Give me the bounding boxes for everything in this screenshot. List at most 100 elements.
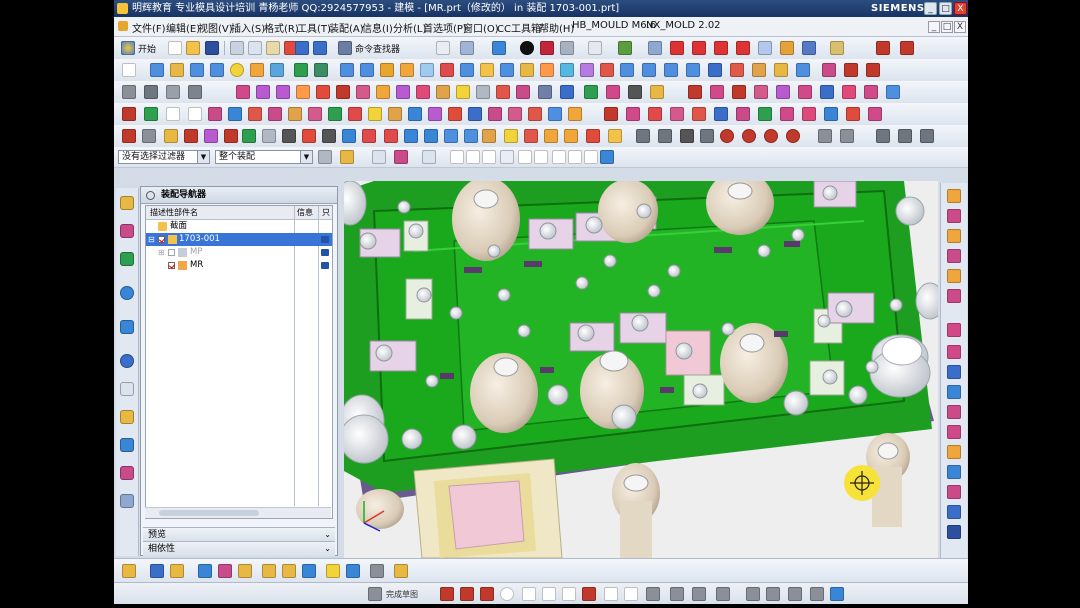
tree-row-mp[interactable]: ⊞ MP bbox=[146, 246, 332, 259]
mold-icon-14[interactable] bbox=[416, 85, 430, 99]
profile-icon[interactable] bbox=[440, 587, 454, 601]
mold-icon-7[interactable] bbox=[276, 85, 290, 99]
tree-horizontal-scrollbar[interactable] bbox=[145, 507, 331, 518]
assembly-tool-icon-4[interactable] bbox=[198, 564, 212, 578]
constraint-icon[interactable] bbox=[766, 587, 780, 601]
chevron-down-icon[interactable]: ▼ bbox=[197, 151, 209, 163]
mold-wizard-icon[interactable] bbox=[947, 189, 961, 203]
sketch-circle-icon[interactable] bbox=[500, 587, 514, 601]
arc-icon[interactable] bbox=[900, 41, 914, 55]
assembly-tool-icon-2[interactable] bbox=[150, 564, 164, 578]
maximize-button[interactable]: □ bbox=[939, 2, 952, 15]
snap-end-icon[interactable] bbox=[466, 150, 480, 164]
mold-icon-13[interactable] bbox=[396, 85, 410, 99]
sketch-line-icon[interactable] bbox=[460, 587, 474, 601]
expand-plus-icon[interactable]: ⊞ bbox=[158, 246, 165, 259]
mold-icon-19[interactable] bbox=[516, 85, 530, 99]
menu-information[interactable]: 信息(I) bbox=[362, 20, 393, 35]
snap-control-point-icon[interactable] bbox=[500, 150, 514, 164]
part-icon-16[interactable] bbox=[428, 107, 442, 121]
convert-reference-icon[interactable] bbox=[830, 587, 844, 601]
snap-existing-icon[interactable] bbox=[552, 150, 566, 164]
part-icon-21[interactable] bbox=[528, 107, 542, 121]
part-icon-10[interactable] bbox=[308, 107, 322, 121]
assembly-tool-icon-11[interactable] bbox=[346, 564, 360, 578]
chevron-down-icon[interactable]: ▼ bbox=[300, 151, 312, 163]
part-icon-26[interactable] bbox=[648, 107, 662, 121]
project-curve-icon[interactable] bbox=[844, 63, 858, 77]
column-part-name[interactable]: 描述性部件名 bbox=[150, 206, 198, 219]
part-icon-15[interactable] bbox=[408, 107, 422, 121]
ejector-pin-icon[interactable] bbox=[947, 385, 961, 399]
menu-format[interactable]: 格式(R) bbox=[264, 20, 299, 35]
transform-icon[interactable] bbox=[802, 41, 816, 55]
tool-icon-38[interactable] bbox=[920, 129, 934, 143]
start-icon[interactable] bbox=[121, 41, 135, 55]
tree-row-section[interactable]: 截面 bbox=[146, 220, 332, 233]
snap-endpoint-icon[interactable] bbox=[692, 41, 706, 55]
snap-quadrant-icon[interactable] bbox=[534, 150, 548, 164]
tool-icon-35[interactable] bbox=[840, 129, 854, 143]
mold-icon-6[interactable] bbox=[256, 85, 270, 99]
general-filter-icon[interactable] bbox=[318, 150, 332, 164]
edge-blend-icon[interactable] bbox=[440, 63, 454, 77]
start-button[interactable]: 开始 bbox=[138, 42, 156, 55]
extrude-icon[interactable] bbox=[150, 63, 164, 77]
save-icon[interactable] bbox=[205, 41, 219, 55]
menu-nx-mold[interactable]: NX_MOLD 2.02 bbox=[646, 20, 721, 31]
tool-icon-28[interactable] bbox=[680, 129, 694, 143]
cooling-icon[interactable] bbox=[947, 485, 961, 499]
quick-trim-icon[interactable] bbox=[670, 587, 684, 601]
mold-icon-32[interactable] bbox=[820, 85, 834, 99]
mold-icon-21[interactable] bbox=[560, 85, 574, 99]
fillet-icon[interactable] bbox=[522, 587, 536, 601]
rotate-view-icon[interactable] bbox=[460, 41, 474, 55]
mold-icon-30[interactable] bbox=[776, 85, 790, 99]
parting-icon[interactable] bbox=[947, 323, 961, 337]
assembly-tool-icon-1[interactable] bbox=[122, 564, 136, 578]
mold-icon-31[interactable] bbox=[798, 85, 812, 99]
mirror-icon[interactable] bbox=[560, 63, 574, 77]
scrollbar-thumb[interactable] bbox=[159, 510, 259, 516]
mold-icon-8[interactable] bbox=[296, 85, 310, 99]
draft-icon[interactable] bbox=[500, 63, 514, 77]
assembly-navigator-tab-icon[interactable] bbox=[120, 196, 134, 210]
layer-icon[interactable] bbox=[648, 41, 662, 55]
process-studio-tab-icon[interactable] bbox=[120, 410, 134, 424]
tool-icon-16[interactable] bbox=[424, 129, 438, 143]
tool-icon-9[interactable] bbox=[282, 129, 296, 143]
part-icon-1[interactable] bbox=[122, 107, 136, 121]
mold-icon-9[interactable] bbox=[316, 85, 330, 99]
part-icon-13[interactable] bbox=[368, 107, 382, 121]
cylinder-icon[interactable] bbox=[190, 63, 204, 77]
chamfer-icon[interactable] bbox=[460, 63, 474, 77]
part-icon-30[interactable] bbox=[736, 107, 750, 121]
snap-midpoint-icon[interactable] bbox=[714, 41, 728, 55]
menu-edit[interactable]: 编辑(E) bbox=[166, 20, 200, 35]
part-icon-4[interactable] bbox=[188, 107, 202, 121]
sketch-arc-icon[interactable] bbox=[480, 587, 494, 601]
slider-lifter-icon[interactable] bbox=[947, 405, 961, 419]
finish-sketch-label[interactable]: 完成草图 bbox=[386, 589, 418, 600]
chevron-down-icon[interactable]: ⌄ bbox=[324, 528, 331, 542]
doc-minimize-button[interactable]: _ bbox=[928, 21, 940, 33]
snap-surface-icon[interactable] bbox=[600, 150, 614, 164]
delete-face-icon[interactable] bbox=[642, 63, 656, 77]
tool-icon-29[interactable] bbox=[700, 129, 714, 143]
mold-csys-icon[interactable] bbox=[947, 209, 961, 223]
background-icon[interactable] bbox=[588, 41, 602, 55]
point-icon[interactable] bbox=[604, 587, 618, 601]
auto-constrain-icon[interactable] bbox=[788, 587, 802, 601]
mold-icon-1[interactable] bbox=[122, 85, 136, 99]
tree-row-1703-001[interactable]: ⊟ 1703-001 bbox=[146, 233, 332, 246]
tool-icon-22[interactable] bbox=[544, 129, 558, 143]
part-icon-5[interactable] bbox=[208, 107, 222, 121]
assembly-tool-icon-12[interactable] bbox=[370, 564, 384, 578]
tool-icon-7[interactable] bbox=[242, 129, 256, 143]
preview-section[interactable]: 预览 ⌄ bbox=[143, 527, 335, 542]
studio-icon[interactable] bbox=[618, 41, 632, 55]
manufacturing-wizard-tab-icon[interactable] bbox=[120, 438, 134, 452]
finish-sketch-icon[interactable] bbox=[368, 587, 382, 601]
through-curves-icon[interactable] bbox=[708, 63, 722, 77]
tool-icon-8[interactable] bbox=[262, 129, 276, 143]
